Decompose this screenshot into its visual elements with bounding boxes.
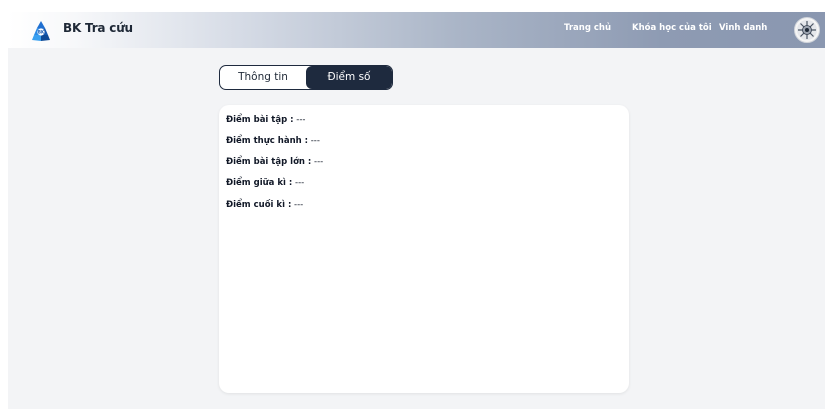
navbar: BK BK Tra cứu Trang chủ Khóa học của tôi… xyxy=(8,12,825,48)
nav-link-honors[interactable]: Vinh danh xyxy=(719,23,767,33)
view-toggle: Thông tin Điểm số xyxy=(219,65,393,90)
brand-title[interactable]: BK Tra cứu xyxy=(63,21,133,35)
tab-scores[interactable]: Điểm số xyxy=(306,66,392,89)
score-row-final: Điểm cuối kì : --- xyxy=(226,200,303,210)
nav-link-my-courses[interactable]: Khóa học của tôi xyxy=(632,23,712,33)
score-card: Điểm bài tập : --- Điểm thực hành : --- … xyxy=(219,105,629,393)
app-frame: BK BK Tra cứu Trang chủ Khóa học của tôi… xyxy=(8,12,825,409)
score-label: Điểm giữa kì : xyxy=(226,178,293,188)
score-label: Điểm thực hành : xyxy=(226,136,309,146)
score-row-practice: Điểm thực hành : --- xyxy=(226,136,320,146)
user-avatar-icon[interactable] xyxy=(794,17,820,43)
svg-text:BK: BK xyxy=(38,30,45,35)
score-row-midterm: Điểm giữa kì : --- xyxy=(226,178,304,188)
nav-link-home[interactable]: Trang chủ xyxy=(564,23,611,33)
score-row-assignment: Điểm bài tập : --- xyxy=(226,115,305,125)
score-label: Điểm bài tập : xyxy=(226,115,294,125)
tab-info[interactable]: Thông tin xyxy=(220,66,306,89)
score-value: --- xyxy=(294,200,304,210)
score-value: --- xyxy=(295,178,305,188)
score-value: --- xyxy=(310,136,320,146)
score-value: --- xyxy=(296,115,306,125)
score-value: --- xyxy=(314,157,324,167)
score-label: Điểm bài tập lớn : xyxy=(226,157,312,167)
score-label: Điểm cuối kì : xyxy=(226,200,292,210)
bk-logo-icon[interactable]: BK xyxy=(31,20,51,42)
score-row-project: Điểm bài tập lớn : --- xyxy=(226,157,323,167)
